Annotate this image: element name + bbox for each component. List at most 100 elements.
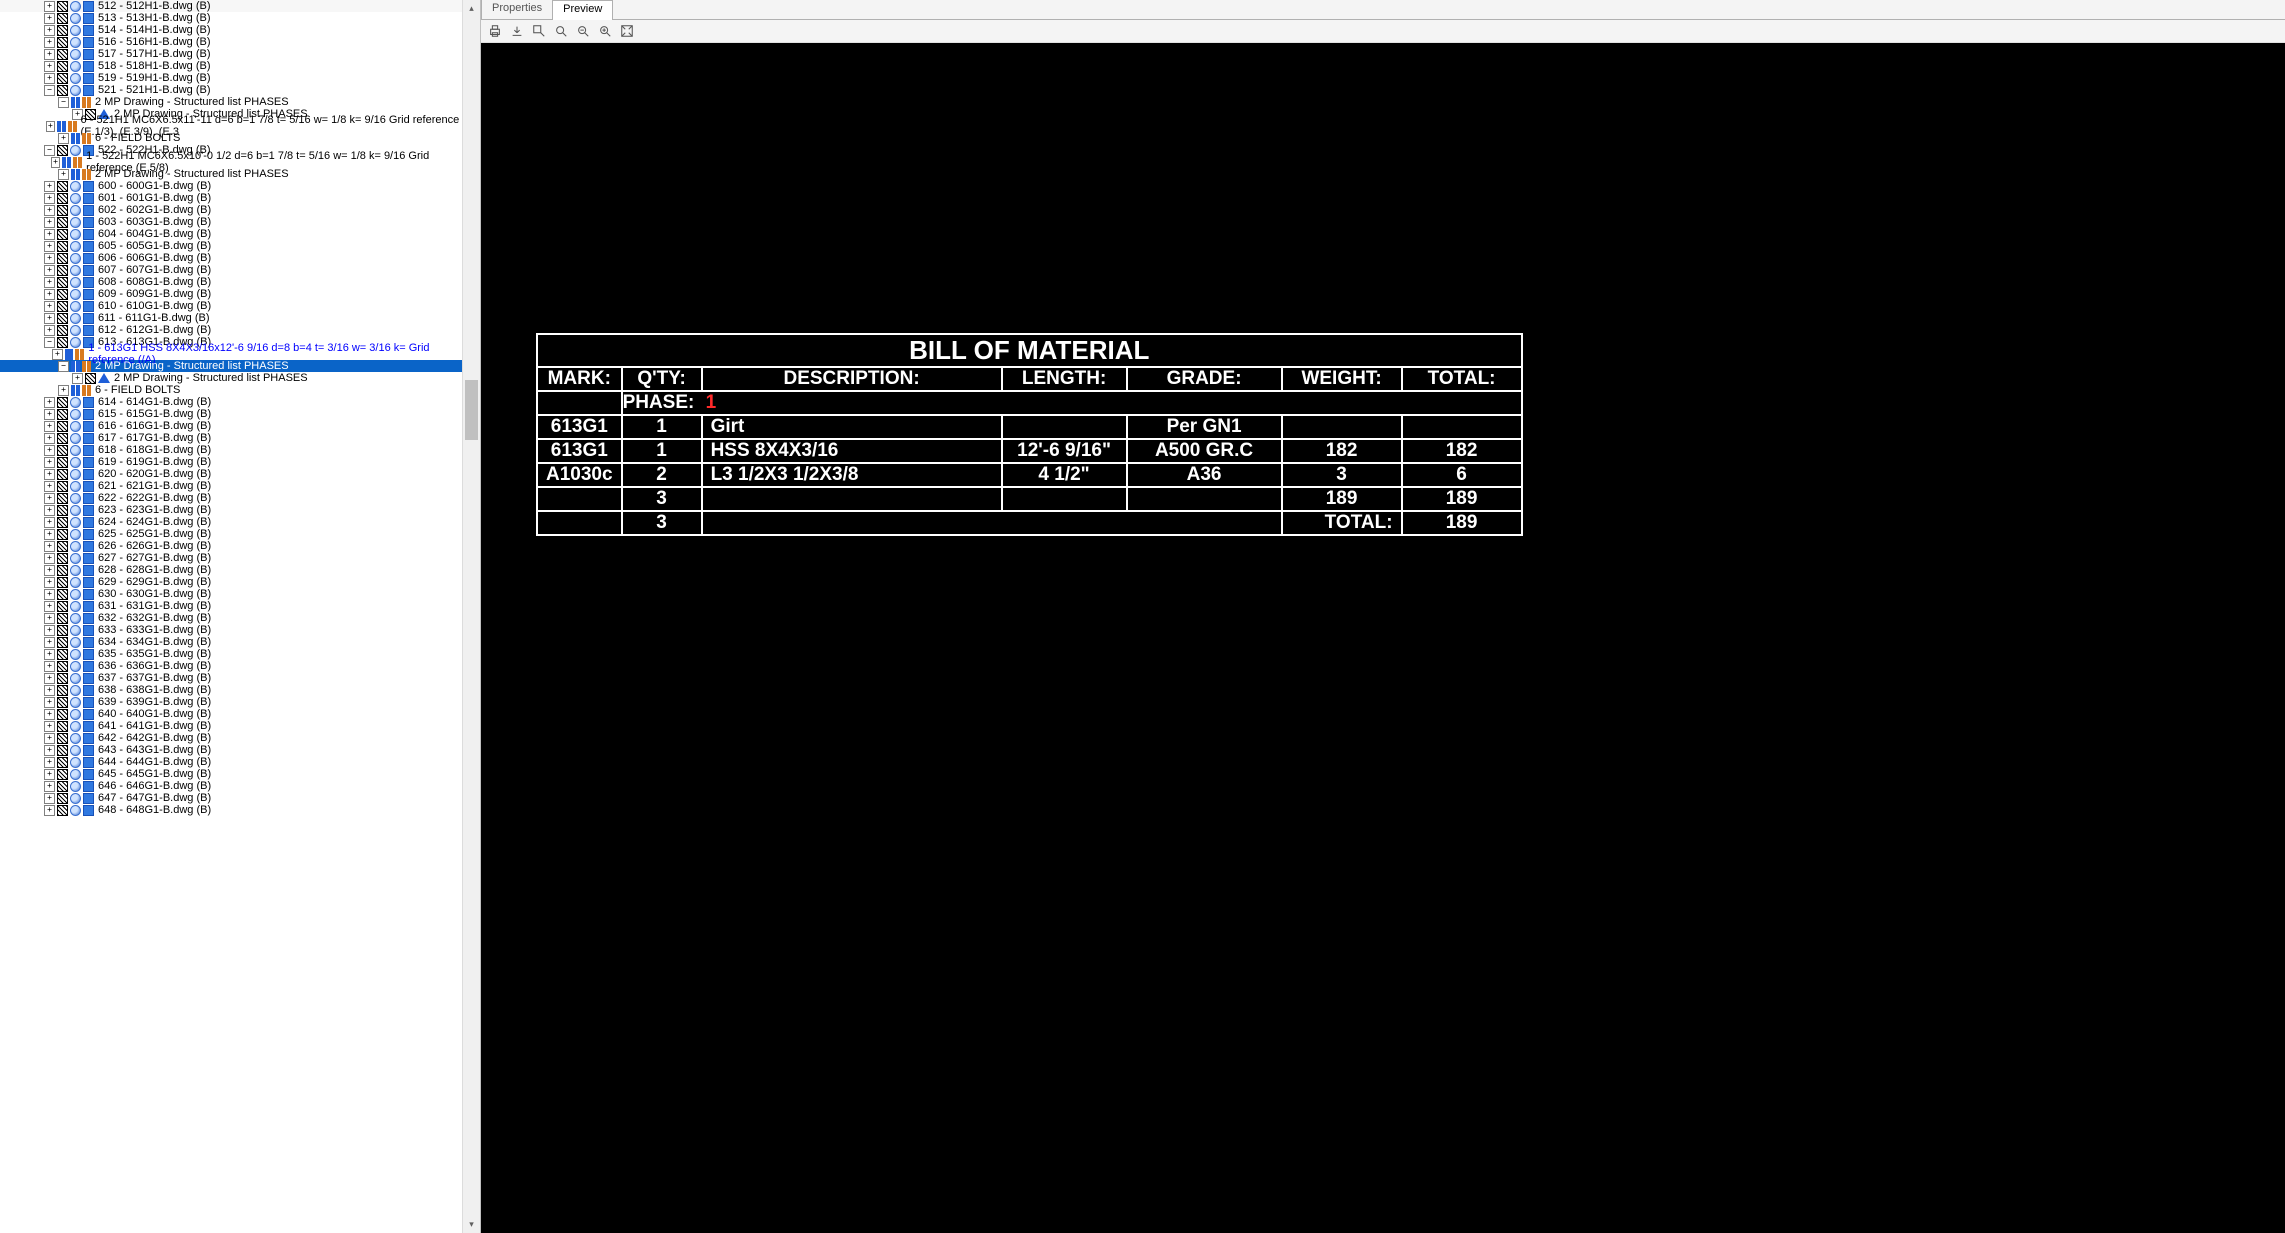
tree-row[interactable]: +513 - 513H1-B.dwg (B) xyxy=(0,12,462,24)
zoom-window-icon[interactable] xyxy=(531,23,547,39)
expand-toggle[interactable]: + xyxy=(44,253,55,264)
tree-row[interactable]: +618 - 618G1-B.dwg (B) xyxy=(0,444,462,456)
tree-row[interactable]: +600 - 600G1-B.dwg (B) xyxy=(0,180,462,192)
tree-row[interactable]: +612 - 612G1-B.dwg (B) xyxy=(0,324,462,336)
expand-toggle[interactable]: + xyxy=(44,241,55,252)
expand-toggle[interactable]: + xyxy=(52,349,62,360)
tree-row[interactable]: +619 - 619G1-B.dwg (B) xyxy=(0,456,462,468)
preview-viewport[interactable]: BILL OF MATERIAL MARK: Q'TY: DESCRIPTION… xyxy=(481,43,2285,1233)
tree-row[interactable]: +645 - 645G1-B.dwg (B) xyxy=(0,768,462,780)
tree-row[interactable]: +628 - 628G1-B.dwg (B) xyxy=(0,564,462,576)
tree-row[interactable]: +608 - 608G1-B.dwg (B) xyxy=(0,276,462,288)
tree-row[interactable]: −521 - 521H1-B.dwg (B) xyxy=(0,84,462,96)
tree-row[interactable]: +602 - 602G1-B.dwg (B) xyxy=(0,204,462,216)
tree-row[interactable]: +646 - 646G1-B.dwg (B) xyxy=(0,780,462,792)
tree-row[interactable]: +518 - 518H1-B.dwg (B) xyxy=(0,60,462,72)
expand-toggle[interactable]: + xyxy=(44,325,55,336)
expand-toggle[interactable]: + xyxy=(44,409,55,420)
tree-row[interactable]: +517 - 517H1-B.dwg (B) xyxy=(0,48,462,60)
tree-row[interactable]: +620 - 620G1-B.dwg (B) xyxy=(0,468,462,480)
expand-toggle[interactable]: + xyxy=(44,397,55,408)
tree-row[interactable]: +648 - 648G1-B.dwg (B) xyxy=(0,804,462,816)
expand-toggle[interactable]: + xyxy=(44,757,55,768)
tree-row[interactable]: +637 - 637G1-B.dwg (B) xyxy=(0,672,462,684)
expand-toggle[interactable]: + xyxy=(44,481,55,492)
expand-toggle[interactable]: + xyxy=(44,13,55,24)
tree-row[interactable]: +641 - 641G1-B.dwg (B) xyxy=(0,720,462,732)
expand-toggle[interactable]: + xyxy=(44,649,55,660)
tree-row[interactable]: +624 - 624G1-B.dwg (B) xyxy=(0,516,462,528)
tab-properties[interactable]: Properties xyxy=(481,0,553,19)
tree-row[interactable]: +605 - 605G1-B.dwg (B) xyxy=(0,240,462,252)
tree-row[interactable]: +632 - 632G1-B.dwg (B) xyxy=(0,612,462,624)
expand-toggle[interactable]: + xyxy=(44,493,55,504)
tree-row[interactable]: +601 - 601G1-B.dwg (B) xyxy=(0,192,462,204)
tree-row[interactable]: +639 - 639G1-B.dwg (B) xyxy=(0,696,462,708)
tree-row[interactable]: +1 - 522H1 MC6X6.5x10'-0 1/2 d=6 b=1 7/8… xyxy=(0,156,462,168)
expand-toggle[interactable]: + xyxy=(44,421,55,432)
expand-toggle[interactable]: + xyxy=(44,61,55,72)
tree-row[interactable]: +607 - 607G1-B.dwg (B) xyxy=(0,264,462,276)
expand-toggle[interactable]: + xyxy=(44,733,55,744)
tree-row[interactable]: +626 - 626G1-B.dwg (B) xyxy=(0,540,462,552)
collapse-toggle[interactable]: − xyxy=(44,85,55,96)
expand-toggle[interactable]: + xyxy=(44,265,55,276)
scroll-up-button[interactable]: ▴ xyxy=(463,0,480,17)
expand-toggle[interactable]: + xyxy=(58,169,69,180)
tree-row[interactable]: +604 - 604G1-B.dwg (B) xyxy=(0,228,462,240)
expand-toggle[interactable]: + xyxy=(44,781,55,792)
tree-row[interactable]: +614 - 614G1-B.dwg (B) xyxy=(0,396,462,408)
tree-row[interactable]: +636 - 636G1-B.dwg (B) xyxy=(0,660,462,672)
expand-toggle[interactable]: + xyxy=(44,637,55,648)
tree-scroll[interactable]: +512 - 512H1-B.dwg (B)+513 - 513H1-B.dwg… xyxy=(0,0,462,1233)
tree-row[interactable]: +621 - 621G1-B.dwg (B) xyxy=(0,480,462,492)
expand-toggle[interactable]: + xyxy=(44,457,55,468)
expand-toggle[interactable]: + xyxy=(44,229,55,240)
tree-row[interactable]: +609 - 609G1-B.dwg (B) xyxy=(0,288,462,300)
expand-toggle[interactable]: + xyxy=(44,433,55,444)
scroll-thumb[interactable] xyxy=(465,380,478,440)
print-icon[interactable] xyxy=(487,23,503,39)
expand-toggle[interactable]: + xyxy=(44,673,55,684)
expand-toggle[interactable]: + xyxy=(44,625,55,636)
expand-toggle[interactable]: + xyxy=(44,805,55,816)
expand-toggle[interactable]: + xyxy=(44,73,55,84)
expand-toggle[interactable]: + xyxy=(44,613,55,624)
tree-row[interactable]: +633 - 633G1-B.dwg (B) xyxy=(0,624,462,636)
expand-toggle[interactable]: + xyxy=(44,721,55,732)
expand-toggle[interactable]: + xyxy=(44,301,55,312)
expand-toggle[interactable]: + xyxy=(44,685,55,696)
expand-toggle[interactable]: + xyxy=(44,697,55,708)
export-icon[interactable] xyxy=(509,23,525,39)
zoom-out-icon[interactable] xyxy=(575,23,591,39)
expand-toggle[interactable]: + xyxy=(51,157,61,168)
tree-row[interactable]: +643 - 643G1-B.dwg (B) xyxy=(0,744,462,756)
tree-row[interactable]: +615 - 615G1-B.dwg (B) xyxy=(0,408,462,420)
expand-toggle[interactable]: + xyxy=(44,553,55,564)
expand-toggle[interactable]: + xyxy=(58,133,69,144)
expand-toggle[interactable]: + xyxy=(44,661,55,672)
expand-toggle[interactable]: + xyxy=(44,49,55,60)
expand-toggle[interactable]: + xyxy=(44,517,55,528)
expand-toggle[interactable]: + xyxy=(46,121,55,132)
zoom-extents-icon[interactable] xyxy=(619,23,635,39)
tree-row[interactable]: +617 - 617G1-B.dwg (B) xyxy=(0,432,462,444)
expand-toggle[interactable]: + xyxy=(44,589,55,600)
tree-row[interactable]: +606 - 606G1-B.dwg (B) xyxy=(0,252,462,264)
expand-toggle[interactable]: + xyxy=(44,505,55,516)
tree-row[interactable]: +630 - 630G1-B.dwg (B) xyxy=(0,588,462,600)
scroll-down-button[interactable]: ▾ xyxy=(463,1216,480,1233)
tree-row[interactable]: +519 - 519H1-B.dwg (B) xyxy=(0,72,462,84)
expand-toggle[interactable]: + xyxy=(44,217,55,228)
expand-toggle[interactable]: + xyxy=(44,313,55,324)
tree-row[interactable]: +638 - 638G1-B.dwg (B) xyxy=(0,684,462,696)
expand-toggle[interactable]: + xyxy=(44,709,55,720)
collapse-toggle[interactable]: − xyxy=(58,97,69,108)
expand-toggle[interactable]: + xyxy=(58,385,69,396)
tree-row[interactable]: +622 - 622G1-B.dwg (B) xyxy=(0,492,462,504)
expand-toggle[interactable]: + xyxy=(44,529,55,540)
tree-row[interactable]: +516 - 516H1-B.dwg (B) xyxy=(0,36,462,48)
tree-row[interactable]: +610 - 610G1-B.dwg (B) xyxy=(0,300,462,312)
zoom-actual-icon[interactable] xyxy=(553,23,569,39)
expand-toggle[interactable]: + xyxy=(44,37,55,48)
